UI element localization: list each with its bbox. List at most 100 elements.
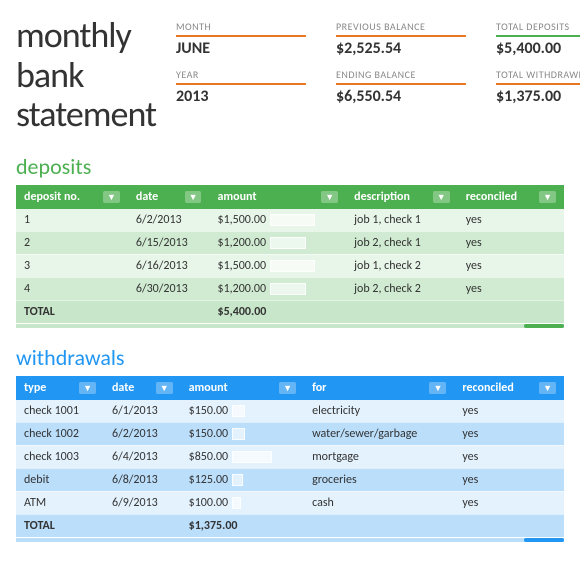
deposits-col-no: deposit no. ▼: [16, 185, 128, 209]
stat-total-withdrawls: TOTAL WITHDRAWLS $1,375.00: [496, 68, 580, 106]
withdrawals-filter-amount[interactable]: ▼: [279, 382, 296, 394]
page-title: monthly bank statement: [16, 16, 156, 135]
deposits-scrollbar[interactable]: [16, 324, 564, 328]
withdrawals-cell-type: debit: [16, 468, 104, 491]
withdrawals-scrollbar-thumb: [524, 538, 564, 542]
withdrawals-total-row: TOTAL $1,375.00: [16, 514, 564, 537]
deposits-cell-reconciled: yes: [458, 209, 564, 232]
stat-month: MONTH JUNE: [176, 20, 306, 58]
stat-month-value: JUNE: [176, 39, 306, 58]
deposits-cell-date: 6/16/2013: [128, 254, 210, 277]
deposits-cell-description: job 1, check 1: [346, 209, 458, 232]
withdrawals-cell-date: 6/9/2013: [104, 491, 181, 514]
stats-row-2: YEAR 2013 ENDING BALANCE $6,550.54 TOTAL…: [176, 68, 580, 106]
withdrawals-col-amount: amount ▼: [181, 376, 304, 400]
stat-total-deposits: TOTAL DEPOSITS $5,400.00: [496, 20, 580, 58]
deposits-cell-no: 1: [16, 209, 128, 232]
deposits-cell-amount: $1,500.00: [209, 254, 346, 277]
withdrawals-cell-amount: $150.00: [181, 422, 304, 445]
withdrawals-row: check 1002 6/2/2013 $150.00 water/sewer/…: [16, 422, 564, 445]
stat-prev-balance-value: $2,525.54: [336, 39, 466, 58]
deposits-cell-amount: $1,500.00: [209, 209, 346, 232]
deposits-total-label: TOTAL: [16, 300, 128, 323]
deposits-cell-no: 4: [16, 277, 128, 300]
withdrawals-cell-type: check 1001: [16, 400, 104, 423]
stat-prev-balance-label: PREVIOUS BALANCE: [336, 20, 466, 37]
deposits-cell-amount: $1,200.00: [209, 231, 346, 254]
withdrawals-cell-type: ATM: [16, 491, 104, 514]
deposits-row: 1 6/2/2013 $1,500.00 job 1, check 1 yes: [16, 209, 564, 232]
withdrawals-cell-date: 6/1/2013: [104, 400, 181, 423]
deposits-filter-no[interactable]: ▼: [103, 191, 120, 203]
deposits-cell-description: job 1, check 2: [346, 254, 458, 277]
deposits-header-row: deposit no. ▼ date ▼ amount ▼: [16, 185, 564, 209]
deposits-cell-date: 6/15/2013: [128, 231, 210, 254]
deposits-cell-date: 6/2/2013: [128, 209, 210, 232]
withdrawals-total-label: TOTAL: [16, 514, 104, 537]
withdrawals-row: check 1003 6/4/2013 $850.00 mortgage yes: [16, 445, 564, 468]
deposits-cell-date: 6/30/2013: [128, 277, 210, 300]
withdrawals-col-date: date ▼: [104, 376, 181, 400]
withdrawals-row: debit 6/8/2013 $125.00 groceries yes: [16, 468, 564, 491]
withdrawals-cell-type: check 1002: [16, 422, 104, 445]
deposits-cell-reconciled: yes: [458, 231, 564, 254]
withdrawals-cell-date: 6/8/2013: [104, 468, 181, 491]
deposits-row: 4 6/30/2013 $1,200.00 job 2, check 2 yes: [16, 277, 564, 300]
stat-total-deposits-value: $5,400.00: [496, 39, 580, 58]
title-block: monthly bank statement: [16, 16, 156, 135]
withdrawals-row: check 1001 6/1/2013 $150.00 electricity …: [16, 400, 564, 423]
stat-total-withdrawls-value: $1,375.00: [496, 87, 580, 106]
withdrawals-filter-date[interactable]: ▼: [156, 382, 173, 394]
deposits-row: 2 6/15/2013 $1,200.00 job 2, check 1 yes: [16, 231, 564, 254]
stat-ending-balance: ENDING BALANCE $6,550.54: [336, 68, 466, 106]
deposits-filter-amount[interactable]: ▼: [321, 191, 338, 203]
withdrawals-cell-amount: $150.00: [181, 400, 304, 423]
deposits-row: 3 6/16/2013 $1,500.00 job 1, check 2 yes: [16, 254, 564, 277]
withdrawals-title: withdrawals: [16, 344, 564, 371]
deposits-cell-description: job 2, check 1: [346, 231, 458, 254]
withdrawals-col-reconciled: reconciled ▼: [454, 376, 564, 400]
withdrawals-filter-reconciled[interactable]: ▼: [539, 382, 556, 394]
deposits-col-reconciled: reconciled ▼: [458, 185, 564, 209]
stat-year-value: 2013: [176, 87, 306, 106]
deposits-cell-no: 2: [16, 231, 128, 254]
stats-row-1: MONTH JUNE PREVIOUS BALANCE $2,525.54 TO…: [176, 20, 580, 58]
stat-ending-balance-value: $6,550.54: [336, 87, 466, 106]
withdrawals-filter-for[interactable]: ▼: [429, 382, 446, 394]
deposits-cell-reconciled: yes: [458, 277, 564, 300]
stat-total-deposits-label: TOTAL DEPOSITS: [496, 20, 580, 37]
stat-prev-balance: PREVIOUS BALANCE $2,525.54: [336, 20, 466, 58]
withdrawals-cell-for: groceries: [304, 468, 454, 491]
deposits-title: deposits: [16, 153, 564, 180]
withdrawals-filter-type[interactable]: ▼: [79, 382, 96, 394]
withdrawals-cell-reconciled: yes: [454, 491, 564, 514]
withdrawals-cell-for: cash: [304, 491, 454, 514]
deposits-table: deposit no. ▼ date ▼ amount ▼: [16, 185, 564, 324]
withdrawals-cell-reconciled: yes: [454, 422, 564, 445]
withdrawals-cell-reconciled: yes: [454, 400, 564, 423]
stats-block: MONTH JUNE PREVIOUS BALANCE $2,525.54 TO…: [176, 16, 580, 135]
deposits-filter-reconciled[interactable]: ▼: [539, 191, 556, 203]
deposits-total-row: TOTAL $5,400.00: [16, 300, 564, 323]
deposits-col-date: date ▼: [128, 185, 210, 209]
stat-month-label: MONTH: [176, 20, 306, 37]
withdrawals-scrollbar[interactable]: [16, 538, 564, 542]
deposits-cell-reconciled: yes: [458, 254, 564, 277]
withdrawals-cell-reconciled: yes: [454, 468, 564, 491]
deposits-total-amount: $5,400.00: [209, 300, 346, 323]
withdrawals-cell-amount: $850.00: [181, 445, 304, 468]
withdrawals-header-row: type ▼ date ▼ amount ▼: [16, 376, 564, 400]
withdrawals-col-type: type ▼: [16, 376, 104, 400]
withdrawals-table: type ▼ date ▼ amount ▼: [16, 376, 564, 538]
deposits-section: deposits deposit no. ▼ date ▼: [16, 153, 564, 328]
withdrawals-cell-date: 6/2/2013: [104, 422, 181, 445]
deposits-scrollbar-thumb: [524, 324, 564, 328]
withdrawals-cell-for: electricity: [304, 400, 454, 423]
withdrawals-cell-reconciled: yes: [454, 445, 564, 468]
withdrawals-total-amount: $1,375.00: [181, 514, 304, 537]
stat-year-label: YEAR: [176, 68, 306, 85]
withdrawals-section: withdrawals type ▼ date ▼: [16, 344, 564, 542]
stat-year: YEAR 2013: [176, 68, 306, 106]
deposits-filter-date[interactable]: ▼: [185, 191, 202, 203]
deposits-filter-description[interactable]: ▼: [433, 191, 450, 203]
